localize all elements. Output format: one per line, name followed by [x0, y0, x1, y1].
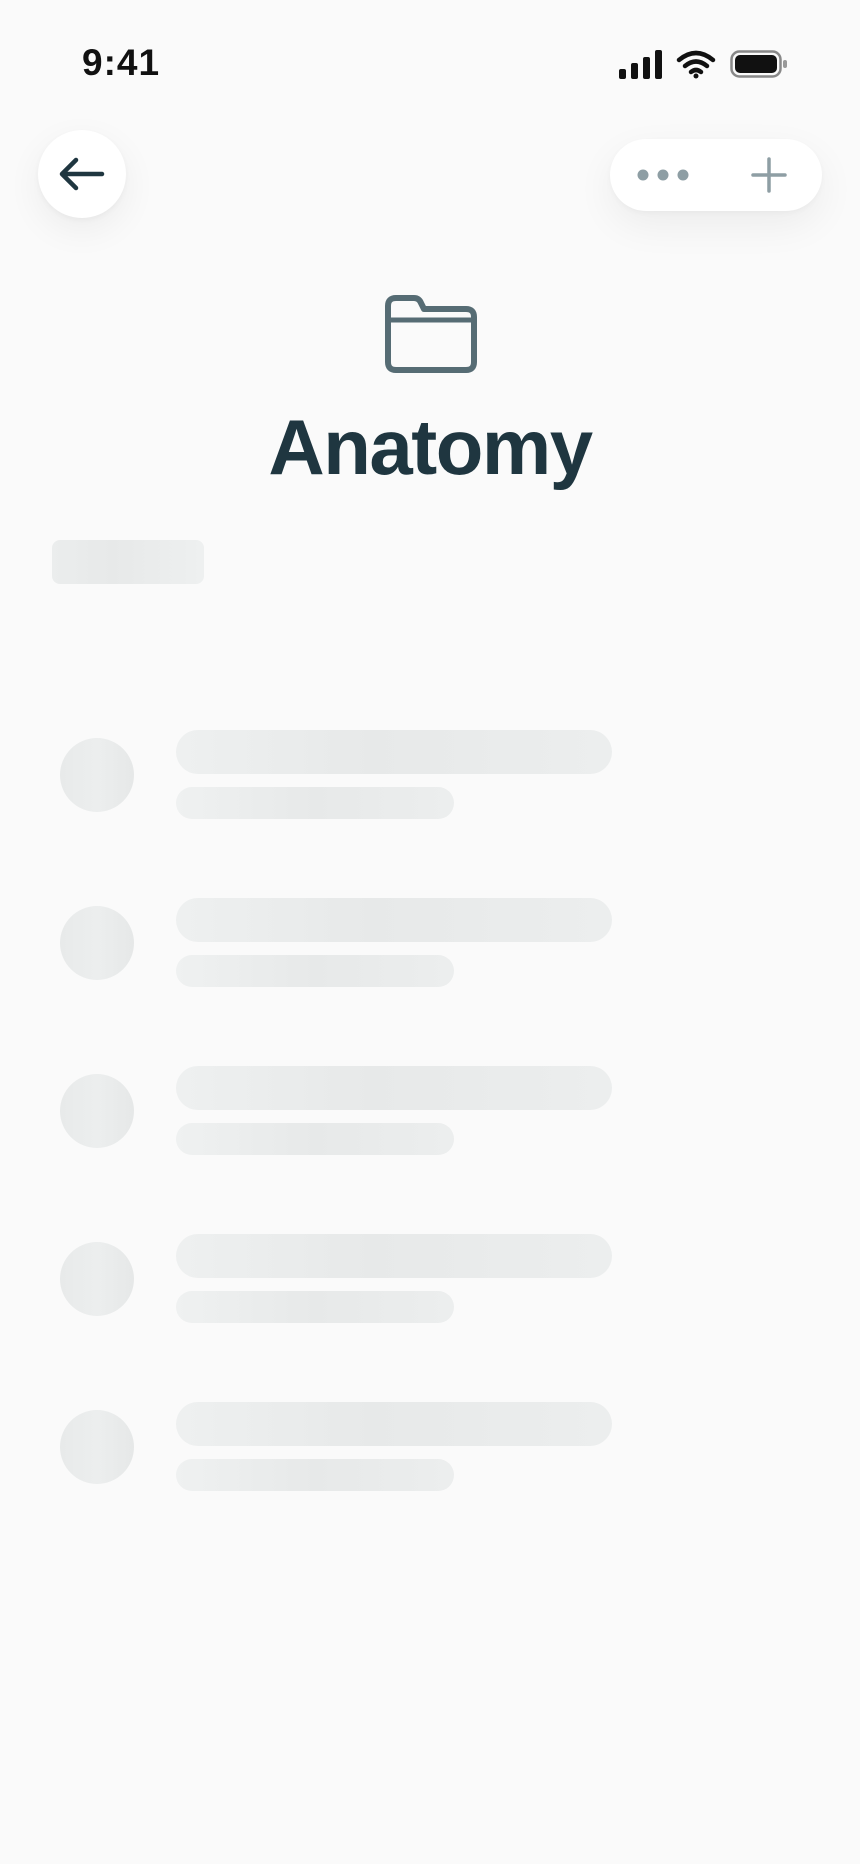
signal-icon: [619, 49, 662, 79]
list-item-skeleton: [0, 1402, 860, 1580]
back-button[interactable]: [38, 130, 126, 218]
avatar-skeleton: [60, 1410, 134, 1484]
avatar-skeleton: [60, 738, 134, 812]
subtitle-skeleton: [176, 1459, 454, 1491]
avatar-skeleton: [60, 1242, 134, 1316]
subtitle-skeleton: [176, 955, 454, 987]
status-time: 9:41: [82, 42, 161, 83]
subtitle-skeleton: [176, 1291, 454, 1323]
header-actions: [610, 139, 822, 211]
title-skeleton: [176, 1234, 612, 1278]
folder-icon: [385, 295, 477, 373]
title-skeleton: [176, 730, 612, 774]
battery-icon: [730, 50, 787, 78]
more-button[interactable]: [610, 139, 716, 211]
list-item-skeleton: [0, 1066, 860, 1244]
avatar-skeleton: [60, 1074, 134, 1148]
plus-icon: [751, 157, 787, 193]
arrow-left-icon: [59, 157, 105, 191]
wifi-icon: [676, 50, 716, 79]
add-button[interactable]: [716, 139, 822, 211]
status-icons: [619, 48, 788, 80]
screen: 9:41 Anatomy: [0, 0, 860, 1864]
list-item-skeleton: [0, 898, 860, 1076]
title-skeleton: [176, 1066, 612, 1110]
subtitle-skeleton: [176, 1123, 454, 1155]
list-item-skeleton: [0, 730, 860, 908]
list-item-skeleton: [0, 1234, 860, 1412]
more-horizontal-icon: [637, 169, 689, 181]
subtitle-skeleton: [176, 787, 454, 819]
item-count-skeleton: [52, 540, 204, 584]
page-title: Anatomy: [268, 403, 593, 491]
title-skeleton: [176, 1402, 612, 1446]
title-skeleton: [176, 898, 612, 942]
avatar-skeleton: [60, 906, 134, 980]
